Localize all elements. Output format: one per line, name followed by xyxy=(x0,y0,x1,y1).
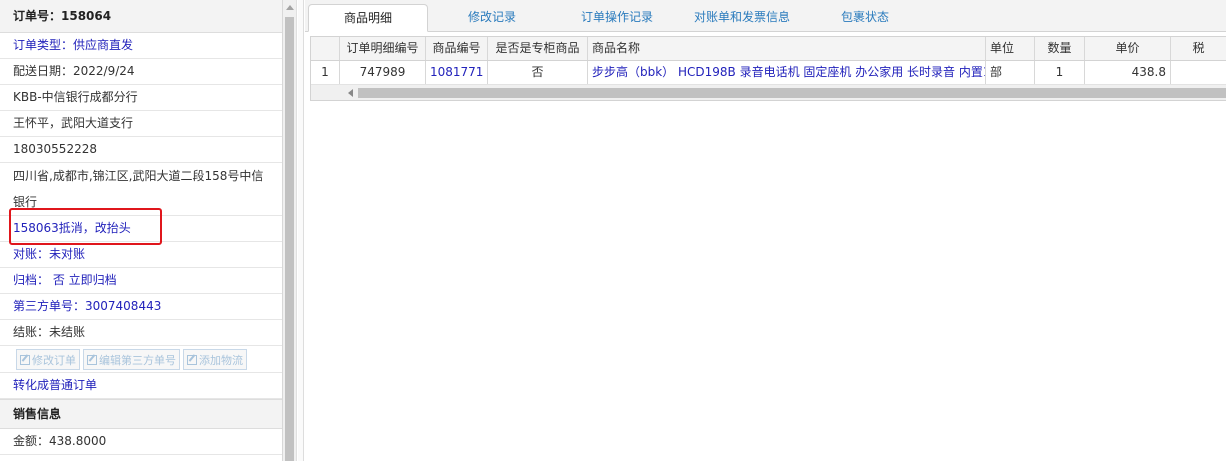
col-tax-header[interactable]: 税 xyxy=(1171,37,1226,60)
grid-horizontal-scrollbar[interactable] xyxy=(311,85,1226,101)
settlement-status: 结账：未结账 xyxy=(0,320,282,346)
scroll-up-icon[interactable] xyxy=(286,5,294,10)
third-party-order-number[interactable]: 第三方单号：3007408443 xyxy=(0,294,282,320)
cell-detail-no: 747989 xyxy=(340,61,426,84)
delivery-address: 四川省,成都市,锦江区,武阳大道二段158号中信 银行 xyxy=(0,163,282,216)
cell-unit: 部 xyxy=(986,61,1035,84)
convert-to-normal-order-link[interactable]: 转化成普通订单 xyxy=(0,373,282,399)
contact-phone: 18030552228 xyxy=(0,137,282,163)
address-line-2: 银行 xyxy=(13,195,38,209)
cell-tax xyxy=(1171,61,1226,84)
order-note: 158063抵消，改抬头 xyxy=(0,216,282,242)
scroll-left-icon[interactable] xyxy=(348,89,353,97)
col-price-header[interactable]: 单价 xyxy=(1085,37,1171,60)
archive-status[interactable]: 归档： 否 立即归档 xyxy=(0,268,282,294)
col-detail-no-header[interactable]: 订单明细编号 xyxy=(340,37,426,60)
delivery-date: 配送日期：2022/9/24 xyxy=(0,59,282,85)
contact-name: 王怀平，武阳大道支行 xyxy=(0,111,282,137)
edit-icon xyxy=(187,354,197,365)
cell-index: 1 xyxy=(311,61,340,84)
tab-change-log[interactable]: 修改记录 xyxy=(442,4,542,32)
cell-product-name-link[interactable]: 步步高（bbk） HCD198B 录音电话机 固定座机 办公家用 长时录音 内置… xyxy=(588,61,986,84)
cell-quantity: 1 xyxy=(1035,61,1085,84)
order-detail-panel: 订单号：158064 订单类型：供应商直发 配送日期：2022/9/24 KBB… xyxy=(0,0,283,461)
col-quantity-header[interactable]: 数量 xyxy=(1035,37,1085,60)
sales-info-title: 销售信息 xyxy=(0,399,282,429)
scrollbar-thumb[interactable] xyxy=(285,17,294,461)
order-type[interactable]: 订单类型：供应商直发 xyxy=(0,33,282,59)
cell-price: 438.8 xyxy=(1085,61,1171,84)
tab-statement-invoice[interactable]: 对账单和发票信息 xyxy=(677,4,807,32)
tab-operation-log[interactable]: 订单操作记录 xyxy=(567,4,667,32)
grid-header: 订单明细编号 商品编号 是否是专柜商品 商品名称 单位 数量 单价 税 xyxy=(311,37,1226,61)
col-product-name-header[interactable]: 商品名称 xyxy=(588,37,986,60)
reconcile-status[interactable]: 对账：未对账 xyxy=(0,242,282,268)
detail-tabs: 商品明细 修改记录 订单操作记录 对账单和发票信息 包裹状态 xyxy=(305,0,1226,32)
cell-counter: 否 xyxy=(488,61,588,84)
edit-icon xyxy=(87,354,97,365)
col-unit-header[interactable]: 单位 xyxy=(986,37,1035,60)
tab-package-status[interactable]: 包裹状态 xyxy=(820,4,910,32)
order-items-panel: 商品明细 修改记录 订单操作记录 对账单和发票信息 包裹状态 订单明细编号 商品… xyxy=(305,0,1226,461)
address-line-1: 四川省,成都市,锦江区,武阳大道二段158号中信 xyxy=(13,169,264,183)
col-product-no-header[interactable]: 商品编号 xyxy=(426,37,488,60)
edit-order-button[interactable]: 修改订单 xyxy=(16,349,80,370)
product-grid: 订单明细编号 商品编号 是否是专柜商品 商品名称 单位 数量 单价 税 1 74… xyxy=(310,36,1226,101)
tab-product-details[interactable]: 商品明细 xyxy=(308,4,428,32)
order-action-buttons: 修改订单 编辑第三方单号 添加物流 xyxy=(0,346,282,373)
order-number-title: 订单号：158064 xyxy=(0,0,282,33)
add-logistics-button[interactable]: 添加物流 xyxy=(183,349,247,370)
edit-third-party-number-button[interactable]: 编辑第三方单号 xyxy=(83,349,180,370)
scrollbar-thumb[interactable] xyxy=(358,88,1226,98)
col-counter-header[interactable]: 是否是专柜商品 xyxy=(488,37,588,60)
col-index-header xyxy=(311,37,340,60)
customer-name: KBB-中信银行成都分行 xyxy=(0,85,282,111)
panel-splitter[interactable] xyxy=(298,0,304,461)
edit-icon xyxy=(20,354,30,365)
cell-product-no-link[interactable]: 1081771 xyxy=(426,61,488,84)
sales-amount: 金额：438.8000 xyxy=(0,429,282,455)
table-row[interactable]: 1 747989 1081771 否 步步高（bbk） HCD198B 录音电话… xyxy=(311,61,1226,85)
left-panel-scrollbar[interactable] xyxy=(283,0,297,461)
